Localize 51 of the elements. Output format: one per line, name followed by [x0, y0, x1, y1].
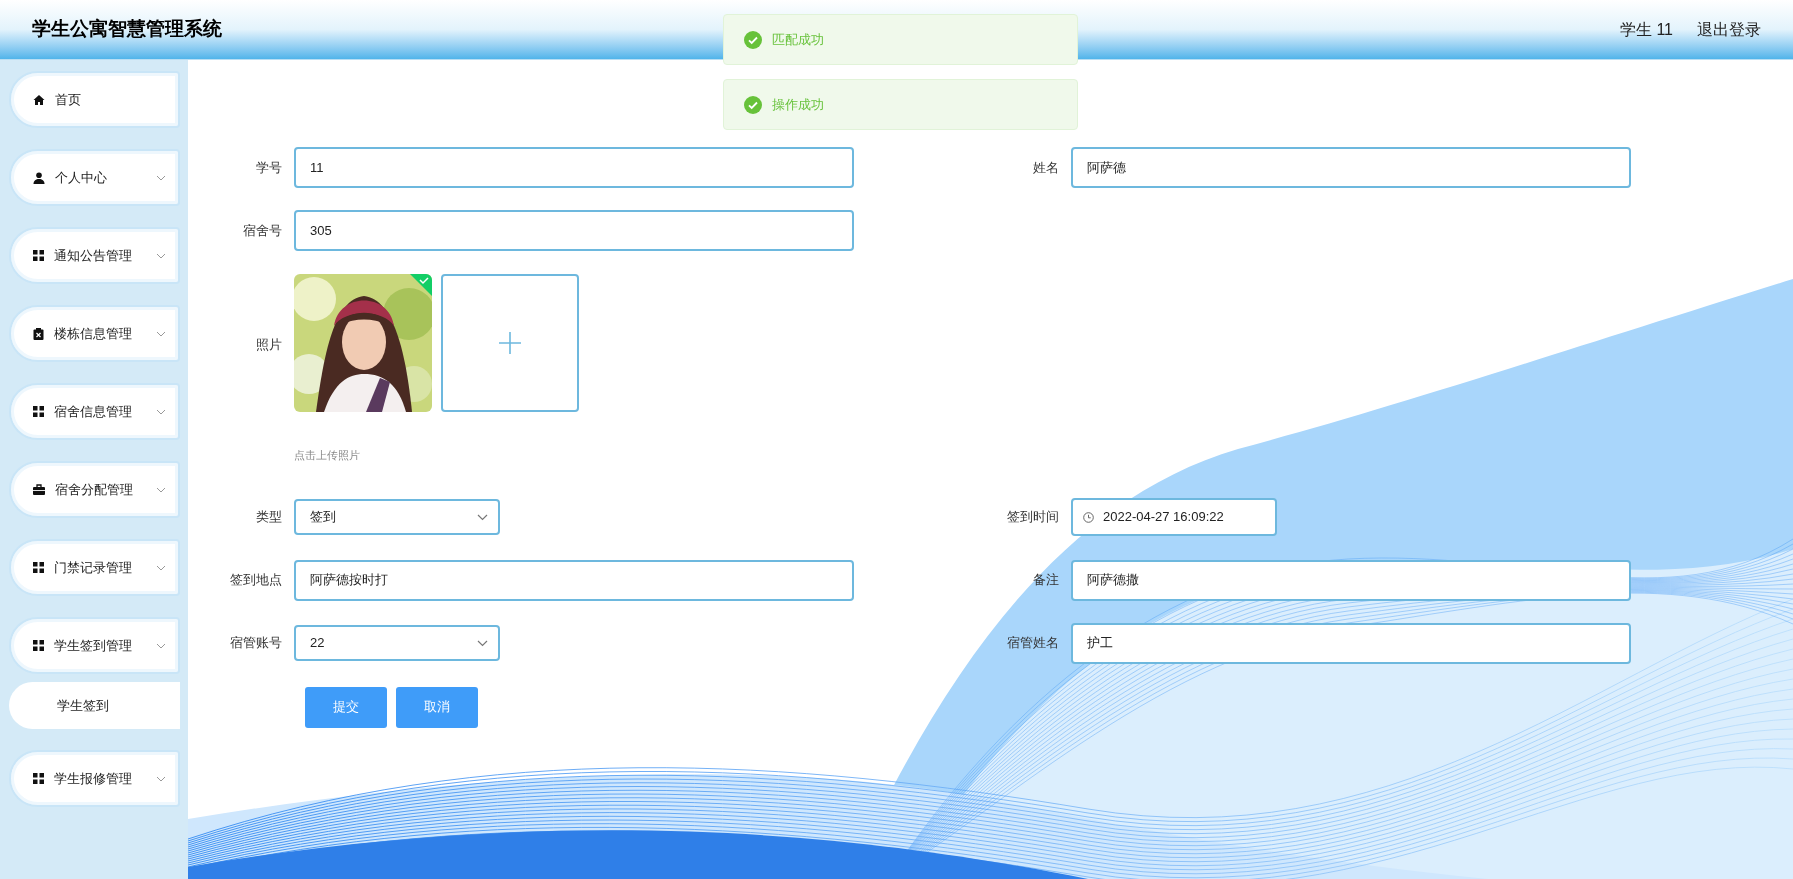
- home-icon: [33, 93, 45, 106]
- check-circle-icon: [744, 30, 762, 49]
- select-field[interactable]: 签到: [294, 499, 500, 535]
- field-label: 备注: [1032, 571, 1059, 590]
- upload-button[interactable]: [441, 274, 579, 412]
- clock-icon: [1083, 511, 1094, 523]
- field-label: 签到时间: [1006, 508, 1059, 527]
- datetime-field[interactable]: 2022-04-27 16:09:22: [1071, 498, 1277, 536]
- submenu-item[interactable]: 学生签到: [9, 682, 180, 729]
- sidebar-menu-item[interactable]: 门禁记录管理: [9, 539, 180, 596]
- sidebar-menu-item[interactable]: 楼栋信息管理: [9, 305, 180, 362]
- input-field[interactable]: 305: [294, 210, 854, 251]
- input-field[interactable]: 阿萨德按时打: [294, 559, 854, 601]
- grid-icon: [33, 640, 44, 651]
- input-field[interactable]: 护工: [1071, 622, 1631, 664]
- grid-icon: [33, 562, 44, 573]
- field-label: 照片: [255, 336, 282, 354]
- toast-message: 匹配成功: [772, 30, 824, 49]
- sidebar-menu-item[interactable]: 首页: [9, 71, 180, 128]
- chevron-down-icon: [477, 639, 488, 647]
- clipboard-icon: [33, 327, 44, 340]
- user-icon: [33, 171, 45, 184]
- input-field[interactable]: 阿萨德撒: [1071, 559, 1631, 601]
- logout-link[interactable]: 退出登录: [1697, 17, 1761, 42]
- input-field[interactable]: 11: [294, 147, 854, 188]
- field-label: 签到地点: [229, 571, 282, 590]
- select-field[interactable]: 22: [294, 625, 500, 661]
- app-title: 学生公寓智慧管理系统: [32, 17, 222, 42]
- grid-icon: [33, 250, 44, 261]
- sidebar-menu-item[interactable]: 学生签到管理: [9, 617, 180, 674]
- briefcase-icon: [33, 484, 45, 495]
- field-label: 宿管姓名: [1006, 634, 1059, 653]
- check-circle-icon: [744, 95, 762, 114]
- plus-icon: [498, 331, 522, 355]
- chevron-down-icon: [477, 513, 488, 521]
- sidebar-menu-item[interactable]: 通知公告管理: [9, 227, 180, 284]
- user-label: 学生 11: [1619, 19, 1673, 40]
- field-label: 类型: [255, 508, 282, 527]
- input-field[interactable]: 阿萨德: [1071, 147, 1631, 188]
- field-label: 宿管账号: [229, 634, 282, 653]
- grid-icon: [33, 406, 44, 417]
- field-label: 姓名: [1032, 158, 1059, 177]
- sidebar-menu-item[interactable]: 个人中心: [9, 149, 180, 206]
- sidebar-menu-item[interactable]: 宿舍信息管理: [9, 383, 180, 440]
- sidebar-menu-item[interactable]: 宿舍分配管理: [9, 461, 180, 518]
- field-label: 宿舍号: [242, 221, 282, 240]
- field-label: 学号: [255, 158, 282, 177]
- upload-hint: 点击上传照片: [294, 448, 361, 463]
- toast-message: 操作成功: [772, 95, 824, 114]
- grid-icon: [33, 773, 44, 784]
- sidebar-menu-item[interactable]: 学生报修管理: [9, 750, 180, 807]
